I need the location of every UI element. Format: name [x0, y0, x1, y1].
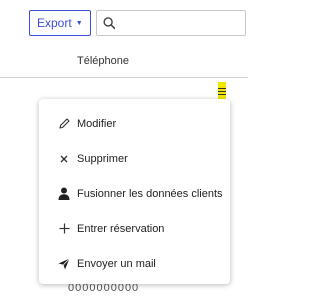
- toolbar: Export ▼: [29, 10, 246, 36]
- person-icon: [57, 187, 71, 201]
- menu-item-fusionner[interactable]: Fusionner les données clients: [39, 176, 230, 211]
- row-context-menu: Modifier Supprimer Fusionner les données…: [39, 99, 230, 284]
- export-label: Export: [37, 16, 72, 30]
- column-header-phone: Téléphone: [77, 55, 129, 67]
- send-icon: [57, 257, 71, 271]
- pencil-icon: [57, 117, 71, 131]
- menu-item-envoyer-mail[interactable]: Envoyer un mail: [39, 246, 230, 281]
- menu-item-supprimer[interactable]: Supprimer: [39, 141, 230, 176]
- menu-item-label: Entrer réservation: [77, 222, 165, 235]
- search-box[interactable]: [95, 10, 246, 36]
- hamburger-icon: [218, 88, 226, 95]
- search-icon: [103, 17, 115, 30]
- header-divider: [0, 77, 248, 78]
- menu-item-entrer-reservation[interactable]: Entrer réservation: [39, 211, 230, 246]
- plus-icon: [57, 222, 71, 236]
- export-button[interactable]: Export ▼: [29, 10, 91, 36]
- menu-item-label: Supprimer: [77, 152, 128, 165]
- menu-item-label: Fusionner les données clients: [77, 187, 223, 200]
- search-input[interactable]: [115, 15, 245, 31]
- menu-item-label: Modifier: [77, 117, 117, 130]
- page: Export ▼ Téléphone 0000000000 Modifier S…: [0, 0, 248, 297]
- menu-item-label: Envoyer un mail: [77, 257, 156, 270]
- chevron-down-icon: ▼: [75, 19, 83, 27]
- menu-item-modifier[interactable]: Modifier: [39, 106, 230, 141]
- close-icon: [57, 152, 71, 166]
